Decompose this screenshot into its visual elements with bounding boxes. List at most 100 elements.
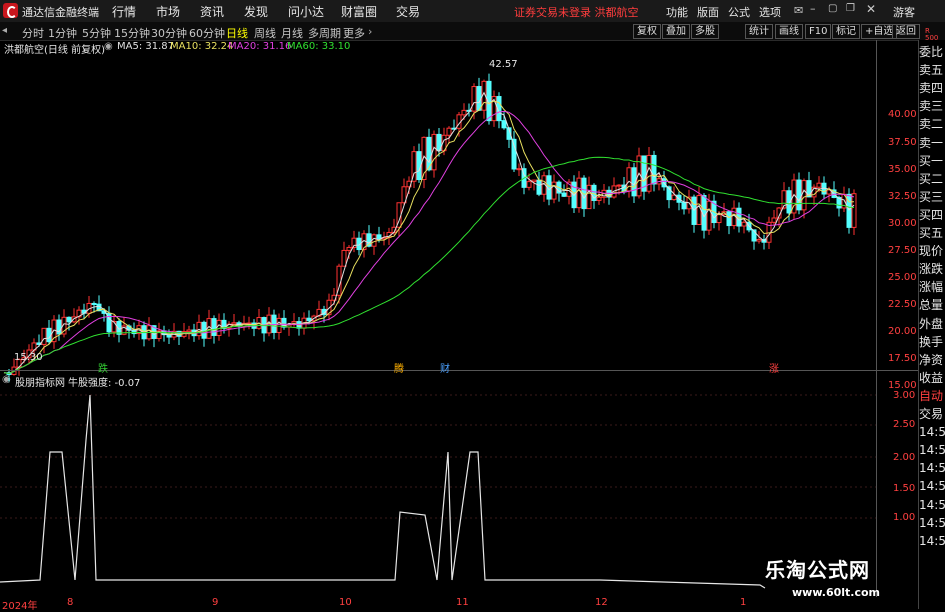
menu-item-assistant[interactable]: 问小达	[288, 3, 324, 20]
candle-body	[211, 318, 217, 336]
menu-item-quotes[interactable]: 行情	[112, 3, 136, 20]
indicator-toggle-icon[interactable]: ◉	[2, 374, 11, 385]
indicator-tick: 3.00	[893, 390, 916, 401]
quote-panel-item[interactable]: 自动	[919, 388, 945, 404]
price-tick: 27.50	[888, 245, 917, 256]
period-monthly[interactable]: 月线	[281, 25, 303, 41]
date-tick: 8	[67, 597, 74, 608]
candle-body	[461, 109, 467, 116]
menu-item-wealth[interactable]: 财富圈	[341, 3, 377, 20]
candle-body	[681, 201, 687, 210]
period-5min[interactable]: 5分钟	[82, 25, 111, 41]
quote-panel-item: 买二	[919, 171, 944, 186]
period-30min[interactable]: 30分钟	[151, 25, 187, 41]
event-tag-rise[interactable]: 涨	[767, 360, 781, 375]
period-multi[interactable]: 多周期	[308, 25, 341, 41]
candle-body	[446, 127, 452, 136]
indicator-tick: 1.00	[893, 512, 916, 523]
quote-panel-item: 换手	[919, 334, 944, 349]
candle-body	[186, 329, 192, 333]
menu-item-options[interactable]: 选项	[759, 4, 781, 20]
date-tick: 11	[456, 597, 469, 608]
more-chevron-icon[interactable]: ›	[368, 25, 372, 38]
back-button[interactable]: 返回	[892, 24, 920, 39]
quote-panel-item: 卖四	[919, 81, 944, 96]
menu-item-trade[interactable]: 交易	[396, 3, 420, 20]
candle-body	[716, 214, 722, 224]
mail-icon[interactable]: ✉	[794, 4, 803, 17]
event-tag-fall[interactable]: 跌	[96, 360, 110, 375]
quote-panel-item[interactable]: 交易	[919, 406, 945, 422]
multi-stock-button[interactable]: 多股	[691, 24, 719, 39]
adjust-button[interactable]: 复权	[633, 24, 661, 39]
draw-line-button[interactable]: 画线	[775, 24, 803, 39]
quote-panel-item: 卖五	[919, 63, 944, 78]
quote-panel-item: 14:56	[919, 497, 945, 512]
date-tick: 12	[595, 597, 608, 608]
indicator-name[interactable]: 股朋指标网	[15, 374, 65, 389]
indicator-value: 牛股强度: -0.07	[68, 378, 141, 389]
candle-body	[376, 234, 382, 240]
ma60-line	[3, 156, 855, 375]
candle-body	[816, 182, 822, 188]
quote-panel-item: 买三	[919, 189, 944, 204]
date-tick: 1	[740, 597, 747, 608]
price-tick: 17.50	[888, 353, 917, 364]
price-tick: 32.50	[888, 191, 917, 202]
quote-panel-item: 卖一	[919, 135, 944, 150]
kline-chart[interactable]	[0, 40, 918, 609]
quote-panel-item: 买五	[919, 226, 944, 240]
price-tick: 37.50	[888, 137, 917, 148]
quote-panel-item: 卖三	[919, 99, 944, 114]
toolbar-left-arrow-icon[interactable]: ◂	[2, 25, 7, 36]
candle-body	[501, 120, 507, 129]
menu-item-formula[interactable]: 公式	[728, 4, 750, 20]
menu-item-layout[interactable]: 版面	[697, 4, 719, 20]
menu-item-market[interactable]: 市场	[156, 3, 180, 20]
candle-body	[726, 211, 732, 227]
candle-body	[516, 168, 522, 171]
period-15min[interactable]: 15分钟	[114, 25, 150, 41]
restore-icon[interactable]: ❐	[846, 3, 855, 14]
quote-panel-item: 涨幅	[919, 280, 944, 295]
price-tick: 40.00	[888, 109, 917, 120]
quote-panel-item: 现价	[919, 244, 944, 259]
period-daily[interactable]: 日线	[226, 25, 248, 41]
date-tick: 10	[339, 597, 352, 608]
candle-body	[756, 238, 762, 242]
period-weekly[interactable]: 周线	[254, 25, 276, 41]
event-tag-news[interactable]: 腾	[392, 360, 406, 375]
quote-panel-item: 收益	[919, 370, 944, 385]
period-1min[interactable]: 1分钟	[48, 25, 77, 41]
candle-body	[536, 179, 542, 195]
guest-label[interactable]: 游客	[893, 4, 915, 20]
f10-button[interactable]: F10	[805, 24, 832, 39]
close-icon[interactable]: ✕	[866, 2, 876, 16]
minimize-icon[interactable]: –	[810, 2, 816, 15]
quote-panel-item: 14:56	[919, 515, 945, 530]
overlay-button[interactable]: 叠加	[662, 24, 690, 39]
menu-item-function[interactable]: 功能	[666, 4, 688, 20]
candle-body	[526, 181, 532, 188]
mark-button[interactable]: 标记	[832, 24, 860, 39]
quote-panel-item: 净资	[919, 352, 944, 367]
statistics-button[interactable]: 统计	[745, 24, 773, 39]
quote-panel-item: 卖二	[919, 117, 944, 132]
candle-body	[476, 86, 482, 111]
quote-panel-item: 14:56	[919, 479, 945, 494]
candle-body	[616, 184, 622, 187]
period-60min[interactable]: 60分钟	[189, 25, 225, 41]
period-more[interactable]: 更多	[343, 25, 365, 41]
indicator-tick: 1.50	[893, 483, 916, 494]
maximize-icon[interactable]: ▢	[828, 3, 837, 14]
period-timeshare[interactable]: 分时	[22, 25, 44, 41]
event-tag-finance[interactable]: 财	[438, 360, 452, 375]
date-tick: 9	[212, 597, 219, 608]
menu-item-discover[interactable]: 发现	[244, 3, 268, 20]
menu-item-news[interactable]: 资讯	[200, 3, 224, 20]
candle-body	[586, 184, 592, 210]
candle-body	[166, 334, 172, 338]
price-tick: 20.00	[888, 326, 917, 337]
quote-panel-item: 委比	[919, 45, 944, 59]
price-tick: 22.50	[888, 299, 917, 310]
